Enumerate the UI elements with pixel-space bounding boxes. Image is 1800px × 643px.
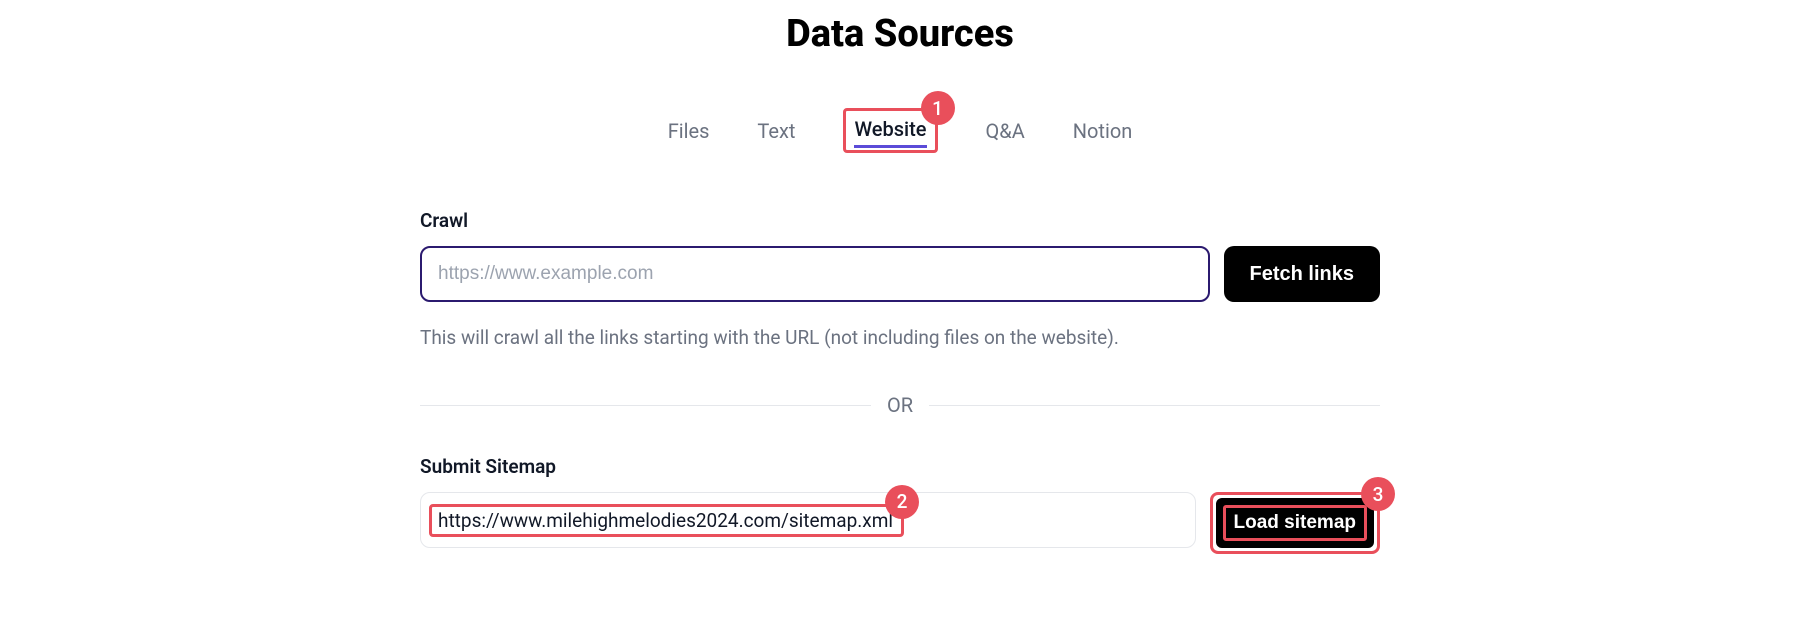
sitemap-input-value: https://www.milehighmelodies2024.com/sit… (438, 509, 893, 532)
crawl-label: Crawl (420, 209, 1380, 232)
annotation-badge-2: 2 (885, 485, 919, 519)
divider-text: OR (887, 393, 913, 417)
annotation-highlight-3: Load sitemap 3 (1210, 492, 1380, 554)
sitemap-label: Submit Sitemap (420, 455, 1380, 478)
tab-notion[interactable]: Notion (1073, 115, 1133, 147)
page-title: Data Sources (786, 12, 1014, 56)
sitemap-url-input[interactable]: https://www.milehighmelodies2024.com/sit… (420, 492, 1196, 548)
crawl-row: Fetch links (420, 246, 1380, 302)
tab-website[interactable]: Website (854, 113, 926, 148)
annotation-badge-3: 3 (1361, 477, 1395, 511)
divider: OR (420, 393, 1380, 417)
sitemap-row: https://www.milehighmelodies2024.com/sit… (420, 492, 1380, 554)
fetch-links-button[interactable]: Fetch links (1224, 246, 1380, 302)
annotation-highlight-2: https://www.milehighmelodies2024.com/sit… (429, 504, 904, 537)
divider-line-left (420, 405, 871, 406)
tab-qna[interactable]: Q&A (986, 115, 1025, 147)
tabs-bar: Files Text Website 1 Q&A Notion (668, 108, 1133, 153)
main-content: Crawl Fetch links This will crawl all th… (420, 209, 1380, 554)
crawl-url-input[interactable] (420, 246, 1210, 302)
load-sitemap-button[interactable]: Load sitemap (1216, 498, 1374, 548)
tab-text[interactable]: Text (757, 115, 795, 147)
annotation-highlight-1: Website 1 (843, 108, 937, 153)
annotation-badge-1: 1 (921, 91, 955, 125)
crawl-help-text: This will crawl all the links starting w… (420, 326, 1380, 349)
divider-line-right (929, 405, 1380, 406)
tab-files[interactable]: Files (668, 115, 710, 147)
